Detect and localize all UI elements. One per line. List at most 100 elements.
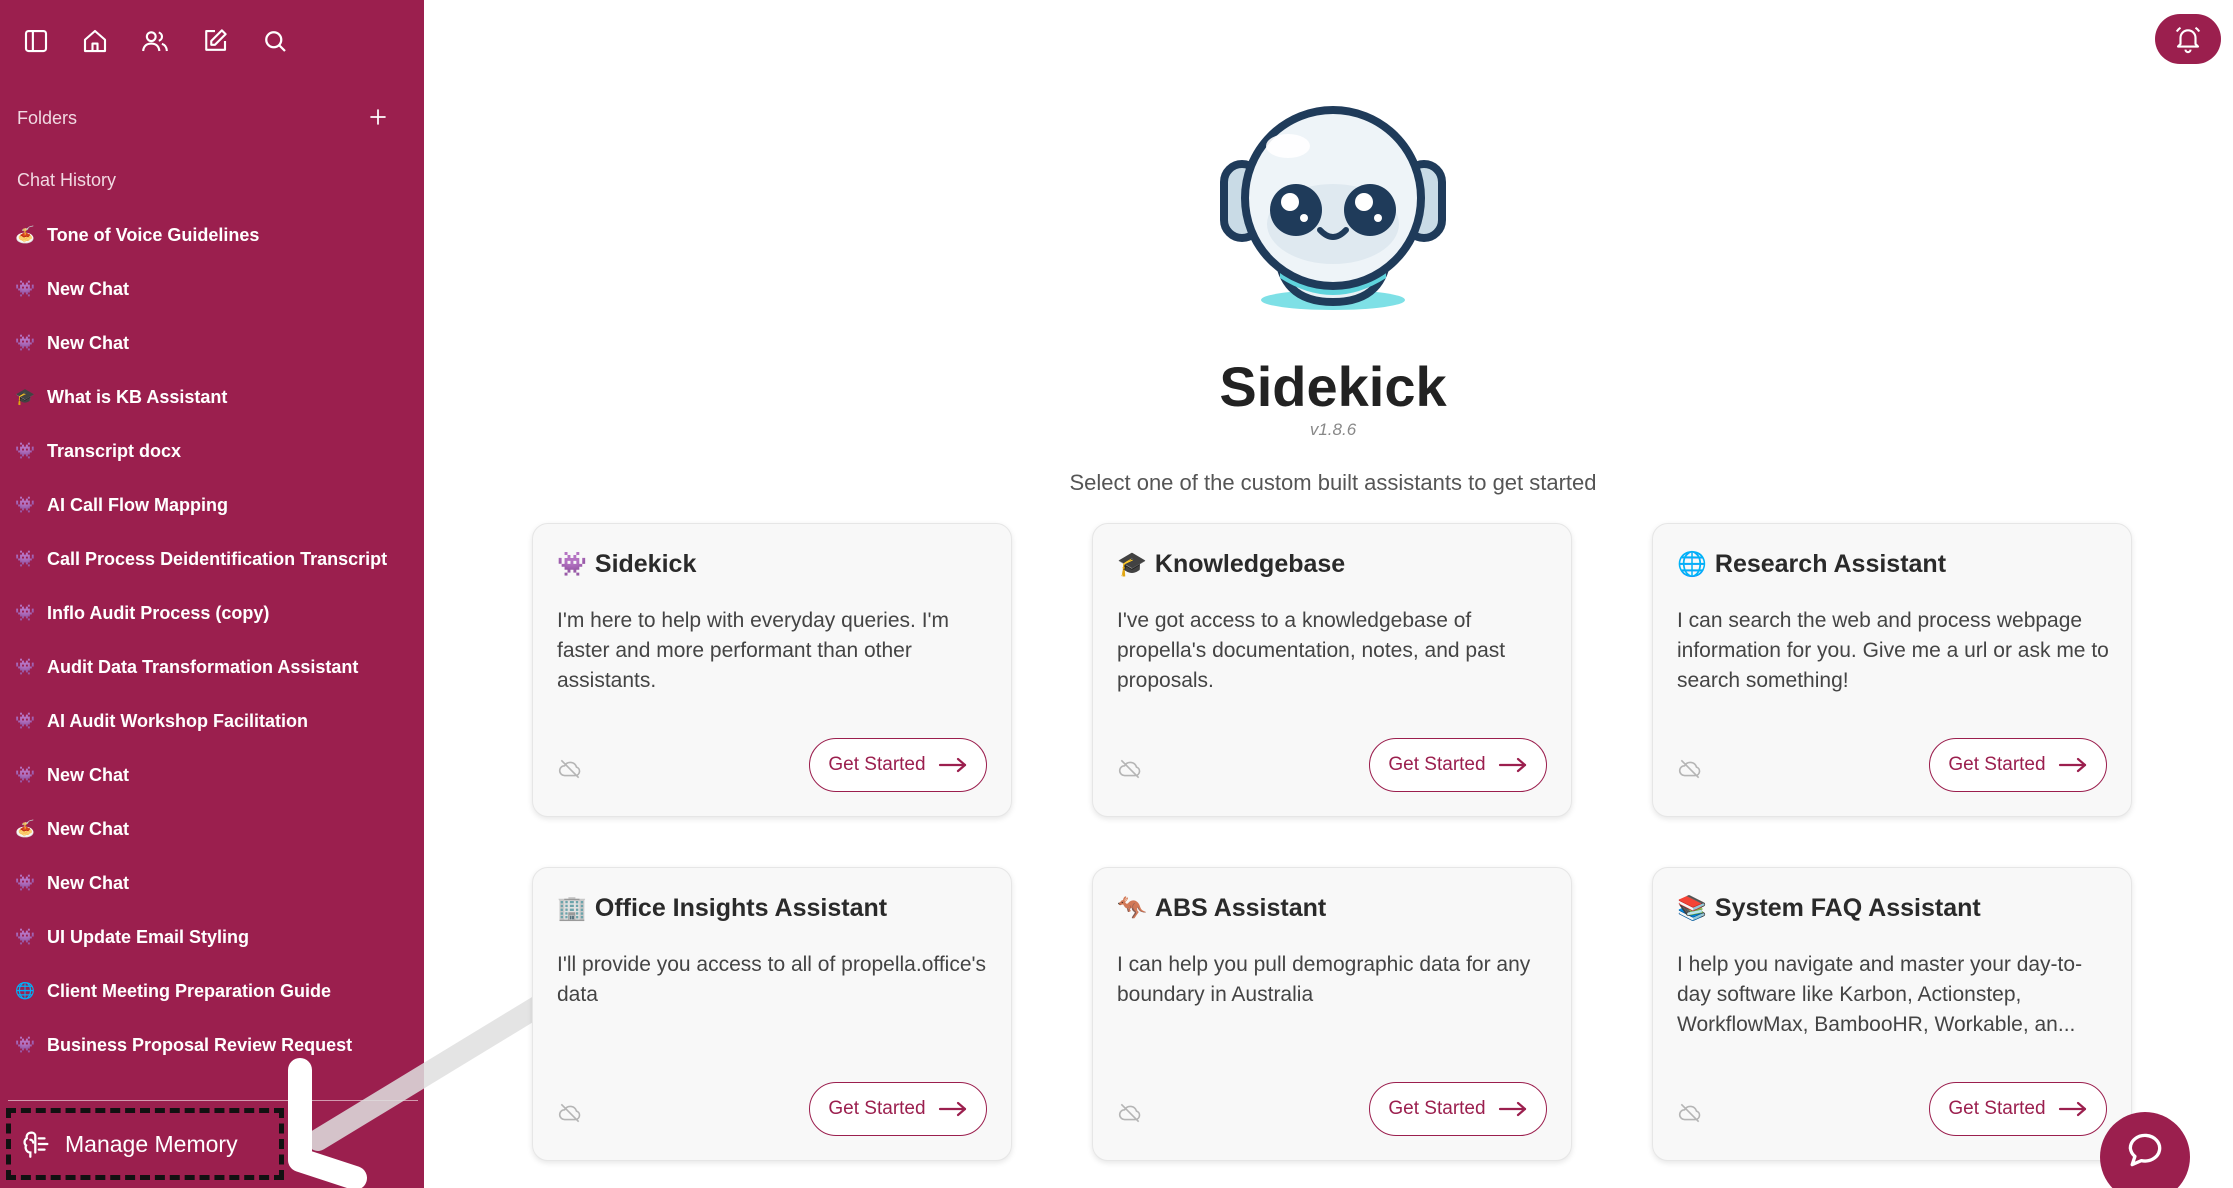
chat-emoji-icon: 👾 xyxy=(15,1037,35,1054)
sidekick-mascot-logo xyxy=(1220,106,1446,310)
card-emoji-icon: 🦘 xyxy=(1117,895,1147,922)
card-title: ABS Assistant xyxy=(1154,894,1327,922)
get-started-button[interactable]: Get Started xyxy=(1929,1082,2107,1136)
manage-memory-button[interactable]: Manage Memory xyxy=(6,1108,284,1180)
get-started-button[interactable]: Get Started xyxy=(1929,738,2107,792)
cloud-off-icon xyxy=(1677,1100,1703,1126)
users-icon[interactable] xyxy=(140,26,170,56)
chat-history-item[interactable]: 👾 AI Call Flow Mapping xyxy=(0,478,424,532)
chat-title: Audit Data Transformation Assistant xyxy=(47,656,359,677)
chat-emoji-icon: 👾 xyxy=(15,659,35,676)
app-version: v1.8.6 xyxy=(1309,420,1357,439)
chat-emoji-icon: 🍝 xyxy=(15,821,35,838)
card-title: Research Assistant xyxy=(1714,550,1947,578)
manage-memory-label: Manage Memory xyxy=(65,1130,238,1157)
get-started-button[interactable]: Get Started xyxy=(1369,738,1547,792)
card-header: 🦘 ABS Assistant xyxy=(1117,894,1326,923)
chat-emoji-icon: 🌐 xyxy=(15,983,35,1000)
chat-history-item[interactable]: 👾 Audit Data Transformation Assistant xyxy=(0,640,424,694)
get-started-label: Get Started xyxy=(1948,754,2046,775)
cloud-off-icon xyxy=(1677,756,1703,782)
get-started-button[interactable]: Get Started xyxy=(1369,1082,1547,1136)
chat-emoji-icon: 👾 xyxy=(15,281,35,298)
chat-emoji-icon: 👾 xyxy=(15,713,35,730)
card-description: I'm here to help with everyday queries. … xyxy=(557,609,950,692)
chat-emoji-icon: 👾 xyxy=(15,875,35,892)
card-emoji-icon: 🎓 xyxy=(1117,551,1147,578)
chat-history-item[interactable]: 👾 Call Process Deidentification Transcrip… xyxy=(0,532,424,586)
get-started-label: Get Started xyxy=(1948,1098,2046,1119)
add-folder-button[interactable] xyxy=(365,104,391,130)
chat-history-item[interactable]: 👾 UI Update Email Styling xyxy=(0,910,424,964)
card-emoji-icon: 🏢 xyxy=(557,895,587,922)
chat-title: What is KB Assistant xyxy=(47,386,228,407)
notifications-button[interactable] xyxy=(2155,14,2221,64)
sidebar-toggle-icon[interactable] xyxy=(21,26,51,56)
get-started-label: Get Started xyxy=(1388,1098,1486,1119)
card-header: 🎓 Knowledgebase xyxy=(1117,550,1345,579)
chat-history-item[interactable]: 👾 New Chat xyxy=(0,316,424,370)
chat-title: Business Proposal Review Request xyxy=(47,1034,353,1055)
chat-history-item[interactable]: 🍝 New Chat xyxy=(0,802,424,856)
chat-history-label: Chat History xyxy=(17,170,117,190)
card-title: Sidekick xyxy=(594,550,697,578)
chat-emoji-icon: 👾 xyxy=(15,551,35,568)
arrow-right-icon xyxy=(2058,757,2086,773)
sidebar: Folders Chat History 🍝 Tone of Voice Guid… xyxy=(0,0,424,1188)
chat-history-item[interactable]: 🎓 What is KB Assistant xyxy=(0,370,424,424)
chat-title: New Chat xyxy=(47,764,130,785)
chat-history-list: 🍝 Tone of Voice Guidelines 👾 New Chat 👾 New… xyxy=(0,208,424,1072)
card-emoji-icon: 🌐 xyxy=(1677,551,1707,578)
support-chat-button[interactable] xyxy=(2100,1112,2190,1188)
chat-emoji-icon: 👾 xyxy=(15,605,35,622)
get-started-label: Get Started xyxy=(828,1098,926,1119)
home-icon[interactable] xyxy=(80,26,110,56)
chat-history-item[interactable]: 🍝 Tone of Voice Guidelines xyxy=(0,208,424,262)
chat-title: Call Process Deidentification Transcript xyxy=(47,548,388,569)
assistant-card-office-insights: 🏢 Office Insights Assistant I'll provide… xyxy=(532,867,1012,1161)
chat-title: AI Call Flow Mapping xyxy=(47,494,228,515)
arrow-right-icon xyxy=(1498,757,1526,773)
chat-emoji-icon: 🎓 xyxy=(15,389,35,406)
sidebar-divider xyxy=(8,1100,418,1101)
get-started-button[interactable]: Get Started xyxy=(809,738,987,792)
folders-header: Folders xyxy=(17,108,391,130)
get-started-button[interactable]: Get Started xyxy=(809,1082,987,1136)
chat-history-item[interactable]: 👾 AI Audit Workshop Facilitation xyxy=(0,694,424,748)
cloud-off-icon xyxy=(1117,756,1143,782)
chat-title: Client Meeting Preparation Guide xyxy=(47,980,332,1001)
chat-history-item[interactable]: 👾 New Chat xyxy=(0,856,424,910)
chat-history-item[interactable]: 👾 New Chat xyxy=(0,262,424,316)
chat-title: New Chat xyxy=(47,818,130,839)
sidebar-toolbar xyxy=(0,0,424,84)
chat-emoji-icon: 👾 xyxy=(15,335,35,352)
folders-label: Folders xyxy=(17,108,78,128)
card-title: System FAQ Assistant xyxy=(1714,894,1981,922)
chat-history-item[interactable]: 👾 Business Proposal Review Request xyxy=(0,1018,424,1072)
new-chat-icon[interactable] xyxy=(200,26,230,56)
card-emoji-icon: 👾 xyxy=(557,551,587,578)
chat-history-item[interactable]: 🌐 Client Meeting Preparation Guide xyxy=(0,964,424,1018)
chat-emoji-icon: 🍝 xyxy=(15,227,35,244)
search-icon[interactable] xyxy=(260,26,290,56)
assistant-card-abs: 🦘 ABS Assistant I can help you pull demo… xyxy=(1092,867,1572,1161)
assistant-card-system-faq: 📚 System FAQ Assistant I help you naviga… xyxy=(1652,867,2132,1161)
card-description: I can search the web and process webpage… xyxy=(1677,609,2109,692)
assistant-card-research: 🌐 Research Assistant I can search the we… xyxy=(1652,523,2132,817)
cloud-off-icon xyxy=(1117,1100,1143,1126)
card-description: I can help you pull demographic data for… xyxy=(1117,953,1531,1006)
card-description: I've got access to a knowledgebase of pr… xyxy=(1117,609,1506,692)
assistant-card-knowledgebase: 🎓 Knowledgebase I've got access to a kno… xyxy=(1092,523,1572,817)
chat-title: Transcript docx xyxy=(47,440,182,461)
arrow-right-icon xyxy=(1498,1101,1526,1117)
arrow-right-icon xyxy=(938,1101,966,1117)
cloud-off-icon xyxy=(557,756,583,782)
chat-history-item[interactable]: 👾 Transcript docx xyxy=(0,424,424,478)
chat-title: Tone of Voice Guidelines xyxy=(47,224,260,245)
card-header: 📚 System FAQ Assistant xyxy=(1677,894,1981,923)
assistants-subtitle: Select one of the custom built assistant… xyxy=(1069,470,1597,495)
chat-history-item[interactable]: 👾 Inflo Audit Process (copy) xyxy=(0,586,424,640)
arrow-right-icon xyxy=(2058,1101,2086,1117)
chat-history-item[interactable]: 👾 New Chat xyxy=(0,748,424,802)
chat-title: New Chat xyxy=(47,332,130,353)
